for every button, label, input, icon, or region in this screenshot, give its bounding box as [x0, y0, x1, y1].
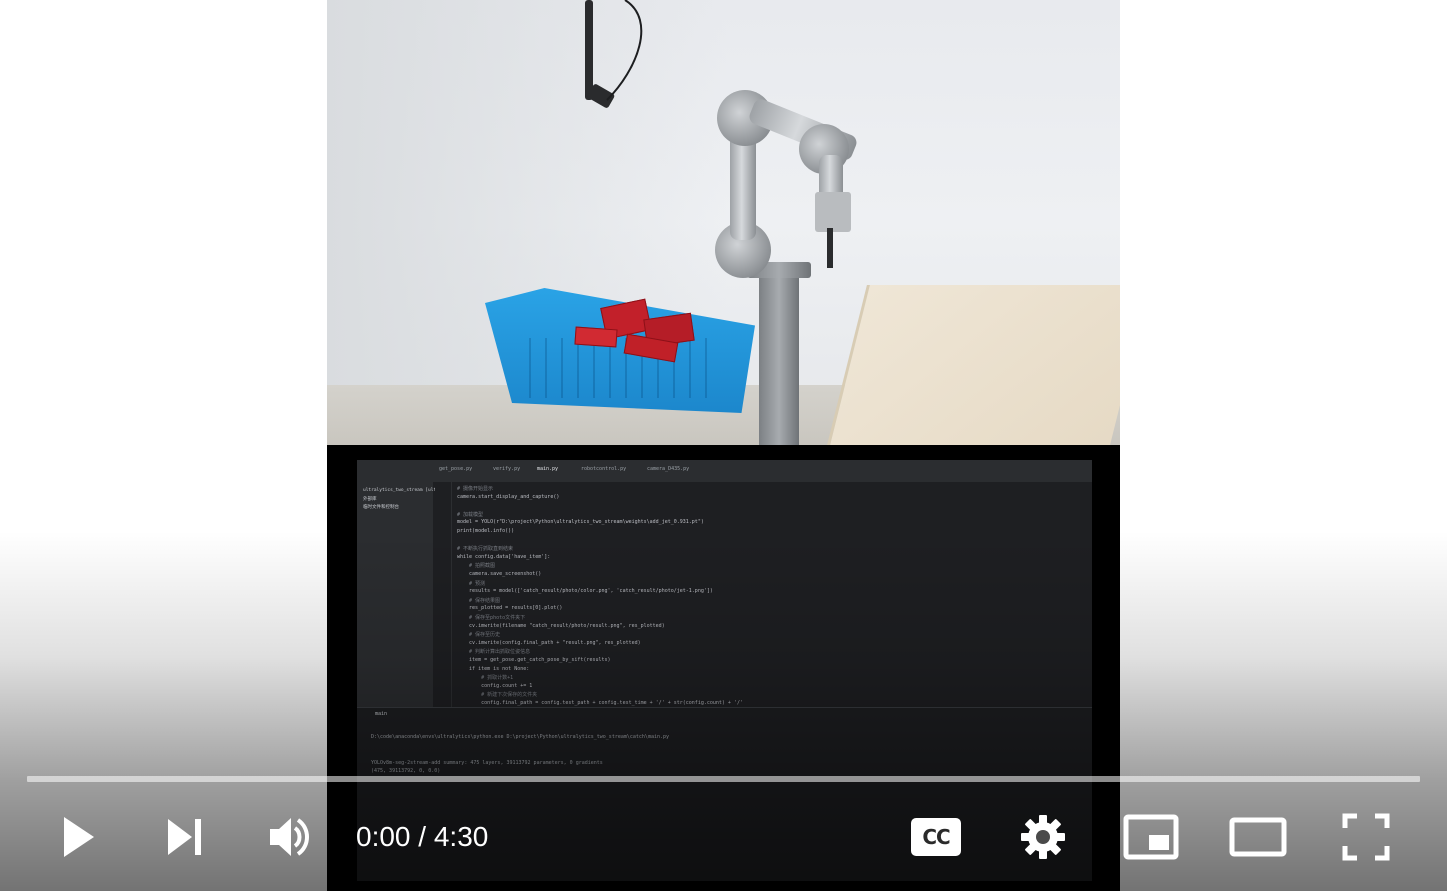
code-line: # 保存至历史: [457, 632, 501, 639]
code-line: # 抓取计数+1: [457, 675, 514, 682]
robot-arm-scene: [327, 0, 1120, 445]
code-line: camera.start_display_and_capture(): [457, 493, 560, 500]
ide-tab-active: main.py: [537, 466, 559, 472]
tree-item: ultralytics_two_stream [ult: [363, 488, 437, 493]
code-line: # 加载模型: [457, 511, 484, 518]
code-line: # 摄像开始显示: [457, 486, 494, 492]
run-output-line: (475, 39113792, 0, 0.0): [371, 768, 441, 775]
time-separator: /: [410, 821, 434, 852]
play-icon: [64, 817, 94, 857]
volume-icon: [270, 818, 309, 856]
next-icon: [168, 819, 201, 855]
ide-tab-bar: get_pose.py verify.py main.py robotcontr…: [357, 460, 1092, 482]
duration: 4:30: [433, 821, 489, 852]
code-line: cv.imwrite(config.final_path + "result.p…: [457, 639, 641, 646]
gear-icon: [1021, 815, 1065, 859]
miniplayer-button[interactable]: [1120, 810, 1182, 864]
video-frame[interactable]: get_pose.py verify.py main.py robotcontr…: [327, 0, 1120, 891]
time-display: 0:00 / 4:30: [356, 818, 488, 856]
code-line: if item is not None:: [457, 665, 530, 672]
cc-label: CC: [922, 825, 950, 849]
code-line: # 新建下次保存的文件夹: [457, 692, 538, 699]
tree-item: 临时文件和控制台: [363, 505, 399, 510]
ide-screen-recording: get_pose.py verify.py main.py robotcontr…: [357, 460, 1092, 881]
theater-mode-button[interactable]: [1226, 810, 1290, 864]
ide-tab: camera_D435.py: [647, 466, 690, 472]
blue-bin: [485, 268, 765, 418]
play-button[interactable]: [50, 808, 106, 866]
ide-project-tree: ultralytics_two_stream [ult 外部库 临时文件和控制台: [357, 482, 437, 707]
code-line: while config.data['have_item']:: [457, 553, 551, 560]
code-line: # 保存至photo文件夹下: [457, 615, 526, 621]
volume-button[interactable]: [262, 810, 318, 864]
ide-tab: get_pose.py: [439, 466, 473, 472]
code-line: cv.imwrite(filename "catch_result/photo/…: [457, 622, 665, 629]
ide-code-editor: # 摄像开始显示 camera.start_display_and_capture…: [435, 482, 1092, 707]
code-line: # 预测: [457, 580, 486, 587]
fullscreen-icon: [1342, 813, 1390, 861]
run-tab: main: [375, 711, 388, 717]
code-line: # 保存结果图: [457, 597, 501, 604]
code-line: model = YOLO(r"D:\project\Python\ultraly…: [457, 519, 704, 526]
code-line: # 拍照截图: [457, 563, 496, 570]
code-line: results = model(['catch_result/photo/col…: [457, 588, 713, 595]
code-line: camera.save_screenshot(): [457, 571, 542, 577]
code-line: config.final_path = config.test_path + c…: [457, 700, 743, 706]
code-line: # 不断执行抓取直到结束: [457, 546, 514, 553]
code-line: item = get_pose.get_catch_pose_by_sift(r…: [457, 657, 611, 663]
next-button[interactable]: [158, 810, 210, 864]
video-player[interactable]: get_pose.py verify.py main.py robotcontr…: [0, 0, 1447, 891]
code-line: config.count += 1: [457, 682, 533, 689]
progress-bar[interactable]: [27, 776, 1420, 782]
ide-tab: robotcontrol.py: [581, 466, 627, 472]
current-time: 0:00: [356, 821, 411, 852]
run-output-line: YOLOv8m-seg-2stream-add summary: 475 lay…: [371, 759, 603, 766]
code-line: print(model.info()): [457, 528, 515, 534]
miniplayer-icon: [1123, 814, 1179, 860]
tree-item: 外部库: [363, 497, 377, 502]
cc-icon: CC: [911, 818, 961, 856]
code-line: # 判断计算出抓取位姿信息: [457, 649, 531, 656]
fullscreen-button[interactable]: [1338, 810, 1394, 864]
run-output-line: D:\code\anaconda\envs\ultralytics\python…: [371, 734, 670, 740]
code-line: res_plotted = results[0].plot(): [457, 605, 563, 612]
ide-tab: verify.py: [493, 466, 521, 472]
theater-icon: [1229, 817, 1287, 857]
settings-button[interactable]: [1016, 810, 1070, 864]
subtitles-button[interactable]: CC: [906, 812, 966, 862]
